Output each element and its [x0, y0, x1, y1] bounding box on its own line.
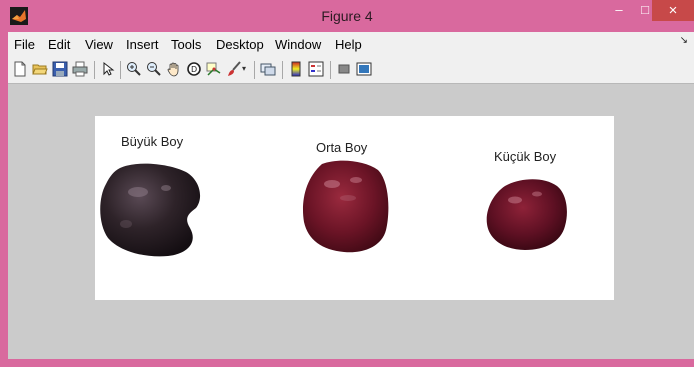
new-figure-icon[interactable] [12, 61, 28, 77]
title-bar[interactable]: Figure 4 – □ × [0, 0, 694, 32]
menu-overflow-icon[interactable]: ↘ [680, 35, 688, 46]
menu-view[interactable]: View [85, 37, 113, 52]
label-large-cherry: Büyük Boy [121, 134, 184, 149]
menu-window[interactable]: Window [275, 37, 321, 52]
figure-client-area: File Edit View Insert Tools Desktop Wind… [8, 32, 694, 359]
zoom-in-icon[interactable] [126, 61, 142, 77]
toolbar-separator [330, 61, 331, 79]
select-arrow-icon[interactable] [100, 61, 116, 77]
brush-dropdown-icon[interactable]: ▾ [242, 64, 246, 73]
svg-text:D: D [191, 65, 197, 74]
toolbar-separator [254, 61, 255, 79]
pan-hand-icon[interactable] [166, 61, 182, 77]
menu-bar: File Edit View Insert Tools Desktop Wind… [8, 32, 694, 56]
window-title: Figure 4 [321, 8, 373, 24]
menu-desktop[interactable]: Desktop [216, 37, 264, 52]
save-icon[interactable] [52, 61, 68, 77]
menu-file[interactable]: File [14, 37, 35, 52]
window-bottom-border [8, 359, 694, 367]
legend-icon[interactable] [308, 61, 324, 77]
toolbar-separator [282, 61, 283, 79]
link-plot-icon[interactable] [260, 61, 276, 77]
show-plot-tools-icon[interactable] [356, 61, 372, 77]
medium-cherry-image [302, 160, 389, 253]
figure-window: Figure 4 – □ × File Edit View Insert Too… [0, 0, 694, 367]
large-cherry-image [100, 163, 201, 257]
data-cursor-icon[interactable] [206, 61, 222, 77]
print-icon[interactable] [72, 61, 88, 77]
open-file-icon[interactable] [32, 61, 48, 77]
label-medium-cherry: Orta Boy [316, 140, 368, 155]
toolbar-separator [94, 61, 95, 79]
close-button[interactable]: × [652, 0, 694, 21]
brush-icon[interactable] [226, 61, 242, 77]
menu-tools[interactable]: Tools [171, 37, 201, 52]
figure-toolbar: D ▾ [8, 56, 694, 84]
minimize-button[interactable]: – [606, 2, 632, 24]
menu-edit[interactable]: Edit [48, 37, 70, 52]
colorbar-icon[interactable] [288, 61, 304, 77]
rotate-3d-icon[interactable]: D [186, 61, 202, 77]
menu-help[interactable]: Help [335, 37, 362, 52]
hide-plot-tools-icon[interactable] [336, 61, 352, 77]
toolbar-separator [120, 61, 121, 79]
menu-insert[interactable]: Insert [126, 37, 159, 52]
label-small-cherry: Küçük Boy [494, 149, 557, 164]
figure-axes[interactable]: Büyük Boy Orta Boy Küçük Boy [95, 116, 614, 300]
small-cherry-image [486, 179, 567, 250]
zoom-out-icon[interactable] [146, 61, 162, 77]
